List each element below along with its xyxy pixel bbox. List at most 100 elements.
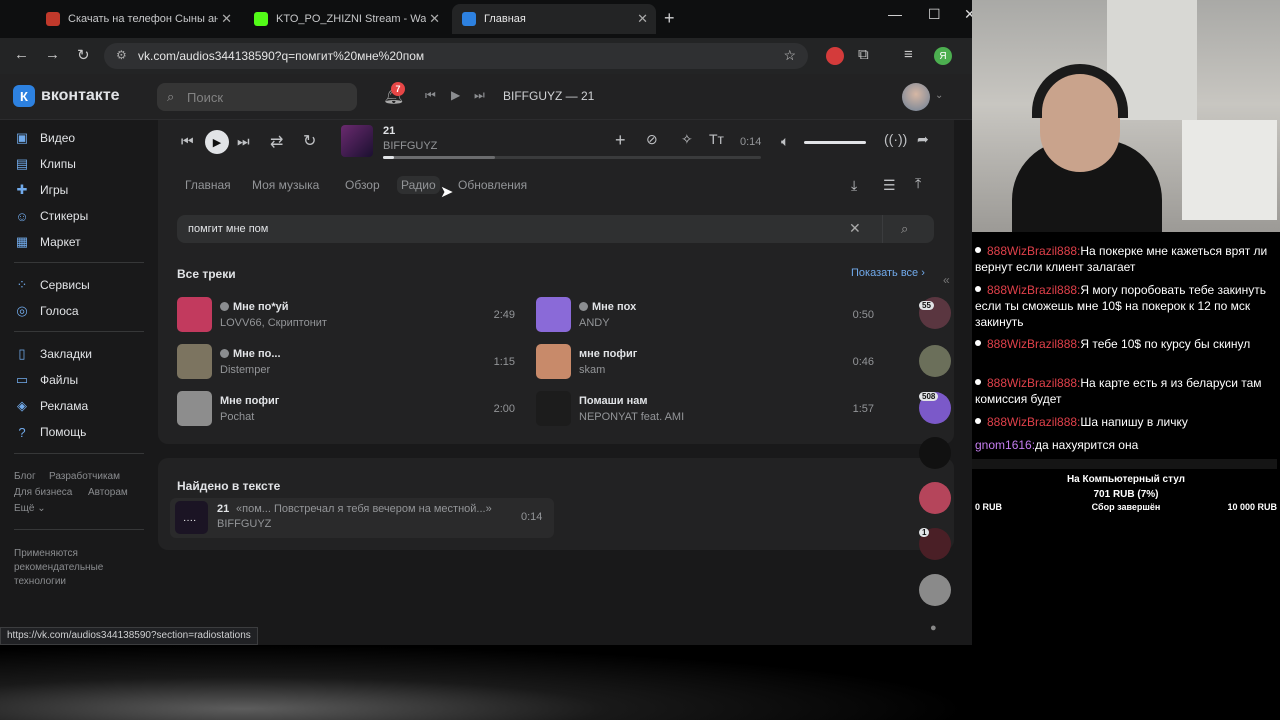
media-controls-icon[interactable]: ≡ bbox=[904, 46, 913, 63]
search-icon[interactable]: ⌕ bbox=[901, 221, 908, 237]
table-row[interactable]: Мне пофиг Pochat 2:00 bbox=[177, 391, 522, 431]
all-tracks-heading: Все треки bbox=[177, 267, 236, 281]
sidebar-item-votes[interactable]: ◎ Голоса bbox=[14, 303, 78, 319]
download-icon[interactable]: ⤓ bbox=[851, 177, 857, 194]
dislike-icon[interactable]: ⊘ bbox=[646, 131, 658, 148]
sidebar-item-stickers[interactable]: ☺ Стикеры bbox=[14, 208, 88, 224]
avatar[interactable] bbox=[919, 437, 951, 469]
table-row[interactable]: Мне по... Distemper 1:15 bbox=[177, 344, 522, 384]
tab-home[interactable]: Главная bbox=[185, 178, 231, 192]
repeat-icon[interactable]: ↻ bbox=[303, 131, 316, 151]
video-icon: ▣ bbox=[15, 130, 29, 145]
list-item[interactable]: ···· 21 «пом... Повстречал я тебя вечеро… bbox=[170, 498, 554, 538]
track-artist[interactable]: skam bbox=[579, 364, 605, 376]
play-button[interactable]: ▶ bbox=[205, 130, 229, 154]
table-row[interactable]: мне пофиг skam 0:46 bbox=[536, 344, 881, 384]
chat-divider bbox=[972, 459, 1277, 469]
tab-my-music[interactable]: Моя музыка bbox=[252, 178, 319, 192]
add-icon[interactable]: + bbox=[615, 130, 626, 151]
avatar[interactable] bbox=[919, 482, 951, 514]
sidebar-item-video[interactable]: ▣ Видео bbox=[14, 130, 75, 146]
sidebar-item-clips[interactable]: ▤ Клипы bbox=[14, 156, 76, 172]
tab-updates[interactable]: Обновления bbox=[458, 178, 527, 192]
clear-icon[interactable]: ✕ bbox=[849, 220, 861, 237]
footer-link-more[interactable]: Ещё ⌄ bbox=[14, 503, 46, 514]
sparkle-icon[interactable]: ✧ bbox=[681, 131, 693, 148]
sidebar-item-games[interactable]: ✚ Игры bbox=[14, 182, 69, 198]
footer-link-business[interactable]: Для бизнеса bbox=[14, 487, 72, 498]
avatar[interactable] bbox=[902, 83, 930, 111]
search-input[interactable]: ⌕ Поиск bbox=[157, 83, 357, 111]
broadcast-icon[interactable]: ((·)) bbox=[884, 131, 907, 147]
show-all-label: Показать все bbox=[851, 267, 919, 279]
next-track-icon[interactable]: ⏭ bbox=[237, 133, 250, 150]
shuffle-icon[interactable]: ⇄ bbox=[270, 132, 283, 152]
tab-label: KTO_PO_ZHIZNI Stream - Watc bbox=[276, 13, 426, 25]
minimize-icon[interactable]: — bbox=[888, 6, 902, 22]
tab-0[interactable]: Скачать на телефон Сыны ана ✕ bbox=[36, 4, 240, 34]
footer-link-dev[interactable]: Разработчикам bbox=[49, 471, 120, 482]
bullet-icon bbox=[975, 247, 981, 253]
upload-icon[interactable]: ⤒ bbox=[915, 175, 921, 192]
sidebar-item-label: Маркет bbox=[40, 235, 81, 249]
forward-icon[interactable]: → bbox=[45, 46, 60, 63]
chat-bubble-icon[interactable]: ● bbox=[930, 622, 937, 634]
recommend-note[interactable]: Применяются рекомендательные технологии bbox=[14, 547, 124, 589]
url-input[interactable]: ⚙ vk.com/audios344138590?q=помгит%20мне%… bbox=[104, 43, 808, 69]
unread-badge: 55 bbox=[919, 301, 934, 310]
sidebar-item-ads[interactable]: ◈ Реклама bbox=[14, 398, 88, 414]
tab-1[interactable]: KTO_PO_ZHIZNI Stream - Watc ✕ bbox=[244, 4, 448, 34]
sidebar-item-market[interactable]: ▦ Маркет bbox=[14, 234, 81, 250]
close-icon[interactable]: ✕ bbox=[429, 11, 440, 27]
player-track-title[interactable]: 21 bbox=[383, 125, 395, 137]
add-playlist-icon[interactable]: ☰ bbox=[883, 177, 896, 194]
track-artist[interactable]: LOVV66, Скриптонит bbox=[220, 317, 327, 329]
tab-2[interactable]: Главная ✕ bbox=[452, 4, 656, 34]
reload-icon[interactable]: ↻ bbox=[77, 46, 90, 64]
music-search-input[interactable]: помгит мне пом ✕ ⌕ bbox=[177, 215, 934, 243]
vk-logo[interactable]: К вконтакте bbox=[13, 85, 120, 107]
sidebar-item-services[interactable]: ⁘ Сервисы bbox=[14, 277, 90, 293]
chevron-down-icon[interactable]: ⌄ bbox=[935, 90, 943, 101]
track-artist[interactable]: Pochat bbox=[220, 411, 254, 423]
track-artist[interactable]: NEPONYAT feat. AMI bbox=[579, 411, 684, 423]
extension-adblock-icon[interactable] bbox=[826, 47, 844, 65]
progress-bar[interactable] bbox=[383, 156, 761, 159]
avatar[interactable] bbox=[919, 345, 951, 377]
table-row[interactable]: Мне по*уй LOVV66, Скриптонит 2:49 bbox=[177, 297, 522, 337]
avatar[interactable] bbox=[919, 574, 951, 606]
lyrics-icon[interactable]: Tт bbox=[709, 131, 724, 147]
chat-message: gnom1616:да нахуярится она bbox=[975, 437, 1275, 453]
table-row[interactable]: Мне пох ANDY 0:50 bbox=[536, 297, 881, 337]
maximize-icon[interactable]: ☐ bbox=[928, 6, 941, 23]
player-track-artist[interactable]: BIFFGUYZ bbox=[383, 140, 437, 152]
extensions-icon[interactable]: ⧉ bbox=[858, 46, 869, 63]
share-icon[interactable]: ➦ bbox=[917, 131, 929, 148]
play-icon[interactable]: ▶ bbox=[451, 88, 460, 102]
prev-track-icon[interactable]: ⏮ bbox=[181, 133, 194, 150]
next-track-icon[interactable]: ⏭ bbox=[474, 88, 485, 103]
footer-link-blog[interactable]: Блог bbox=[14, 471, 36, 482]
prev-track-icon[interactable]: ⏮ bbox=[425, 88, 436, 103]
site-info-icon[interactable]: ⚙ bbox=[116, 48, 127, 62]
track-artist[interactable]: ANDY bbox=[579, 317, 610, 329]
sidebar-item-files[interactable]: ▭ Файлы bbox=[14, 372, 78, 388]
volume-icon[interactable]: 🔈︎ bbox=[781, 133, 789, 150]
star-icon[interactable]: ☆ bbox=[783, 47, 796, 64]
close-window-icon[interactable]: ✕ bbox=[964, 6, 972, 23]
track-artist[interactable]: Distemper bbox=[220, 364, 270, 376]
tab-overview[interactable]: Обзор bbox=[345, 178, 380, 192]
close-icon[interactable]: ✕ bbox=[637, 11, 648, 27]
table-row[interactable]: Помаши нам NEPONYAT feat. AMI 1:57 bbox=[536, 391, 881, 431]
volume-slider[interactable] bbox=[804, 141, 866, 144]
header-now-playing[interactable]: BIFFGUYZ — 21 bbox=[503, 89, 594, 103]
tab-radio[interactable]: Радио bbox=[397, 176, 440, 194]
footer-link-authors[interactable]: Авторам bbox=[88, 487, 128, 498]
sidebar-item-bookmarks[interactable]: ▯ Закладки bbox=[14, 346, 92, 362]
back-icon[interactable]: ← bbox=[14, 46, 29, 63]
profile-avatar[interactable]: Я bbox=[934, 47, 952, 65]
sidebar-item-help[interactable]: ? Помощь bbox=[14, 424, 86, 440]
bullet-icon bbox=[975, 340, 981, 346]
close-icon[interactable]: ✕ bbox=[221, 11, 232, 27]
new-tab-icon[interactable]: + bbox=[664, 8, 675, 29]
